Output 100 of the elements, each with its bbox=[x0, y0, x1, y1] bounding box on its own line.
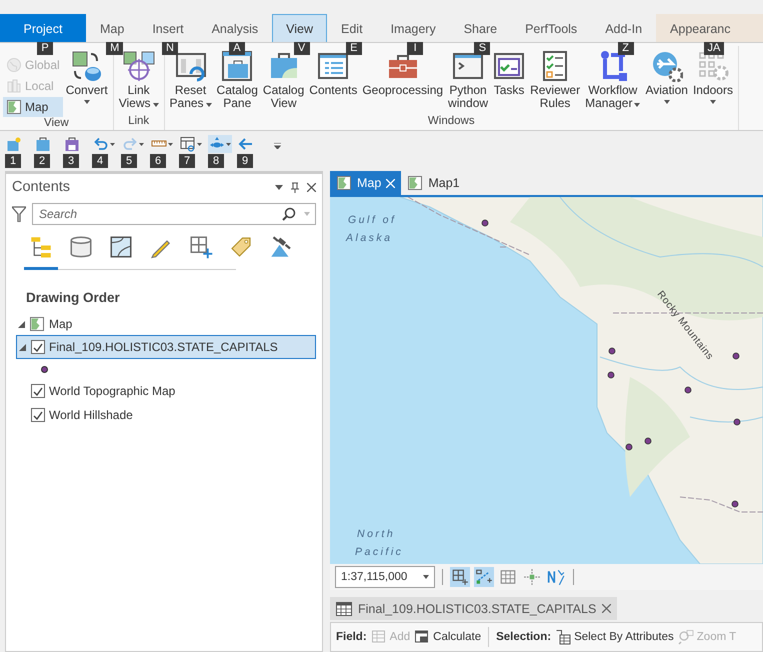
map-tab[interactable]: Map1 bbox=[401, 171, 466, 195]
keytip: 4 bbox=[92, 154, 108, 168]
buildings-icon bbox=[6, 78, 22, 94]
filter-icon[interactable] bbox=[12, 206, 26, 222]
search-icon bbox=[282, 207, 296, 221]
ribbon-tab[interactable]: Add-In bbox=[591, 14, 656, 42]
toolbar-button[interactable] bbox=[179, 135, 203, 153]
keytip: 5 bbox=[121, 154, 137, 168]
point-marker[interactable] bbox=[734, 418, 740, 426]
point-marker[interactable] bbox=[644, 438, 652, 444]
undo-icon bbox=[93, 136, 109, 152]
toolbar-button[interactable] bbox=[92, 135, 116, 153]
toolbar-button[interactable] bbox=[34, 135, 52, 153]
ribbon-tab[interactable]: Edit bbox=[327, 14, 377, 42]
window-layout-icon bbox=[174, 50, 207, 82]
table-tab[interactable]: Final_109.HOLISTIC03.STATE_CAPITALS bbox=[330, 597, 618, 620]
expand-triangle-icon[interactable] bbox=[18, 320, 25, 328]
close-icon[interactable] bbox=[307, 182, 316, 192]
ribbon-tab[interactable]: Map bbox=[86, 14, 138, 42]
guides-icon bbox=[523, 568, 541, 586]
toolbar-button[interactable]: Calculate bbox=[414, 629, 482, 645]
search-field[interactable]: Search bbox=[32, 203, 316, 225]
open-project-icon bbox=[35, 136, 51, 152]
convert-icon bbox=[70, 50, 103, 82]
keytip: Z bbox=[618, 42, 634, 55]
caret-icon[interactable] bbox=[275, 184, 283, 190]
ribbon-tab[interactable]: View bbox=[272, 14, 328, 42]
scale-dropdown[interactable]: 1:37,115,000 bbox=[335, 566, 435, 588]
point-marker[interactable] bbox=[608, 348, 616, 354]
ribbon-tab[interactable]: Imagery bbox=[376, 14, 450, 42]
layer-name: World Topographic Map bbox=[49, 384, 176, 398]
point-symbol-icon bbox=[41, 366, 48, 372]
keytip: V bbox=[294, 42, 310, 55]
point-marker[interactable] bbox=[684, 386, 692, 394]
caret-icon bbox=[152, 103, 159, 107]
point-marker[interactable] bbox=[732, 500, 738, 508]
caret-icon bbox=[168, 142, 173, 146]
grid-plus-icon bbox=[451, 568, 469, 586]
folder-window-icon bbox=[221, 50, 254, 82]
map-sheet-icon bbox=[109, 235, 133, 259]
expand-triangle-icon[interactable] bbox=[18, 344, 26, 350]
map-tool-button[interactable] bbox=[546, 567, 566, 587]
toolbar-label: Field: bbox=[336, 631, 367, 643]
checkmark-icon bbox=[33, 410, 43, 420]
globe-icon bbox=[6, 57, 22, 73]
point-marker[interactable] bbox=[482, 220, 488, 226]
crosshair-icon bbox=[122, 50, 155, 82]
keytip: 1 bbox=[5, 154, 21, 168]
checkbox[interactable] bbox=[31, 384, 45, 398]
table-calculator-icon bbox=[414, 629, 430, 645]
map-icon bbox=[407, 175, 424, 191]
north-arrow-icon bbox=[547, 568, 565, 586]
tree-item[interactable]: Map bbox=[49, 317, 72, 331]
keytip: A bbox=[228, 42, 245, 55]
map-icon bbox=[29, 316, 45, 332]
caret-icon bbox=[423, 575, 429, 579]
keytip: 7 bbox=[179, 154, 195, 168]
keytip: 6 bbox=[150, 154, 166, 168]
checkmark-icon bbox=[33, 386, 43, 396]
ribbon-tab[interactable]: PerfTools bbox=[511, 14, 592, 42]
toolbar-label: Selection: bbox=[496, 631, 552, 643]
map-icon bbox=[6, 99, 22, 115]
overflow-icon[interactable] bbox=[274, 143, 281, 149]
ribbon-tab[interactable]: Insert bbox=[138, 14, 198, 42]
pin-icon[interactable] bbox=[291, 182, 299, 192]
layer-row[interactable]: Final_109.HOLISTIC03.STATE_CAPITALS bbox=[16, 335, 316, 359]
grid-plus-icon bbox=[189, 235, 213, 259]
ribbon-tab[interactable]: Analysis bbox=[198, 14, 272, 42]
map-tab[interactable]: Map bbox=[330, 171, 402, 195]
ribbon-button[interactable]: Map bbox=[3, 97, 63, 117]
toolbar-button[interactable]: Select By Attributes bbox=[555, 629, 674, 645]
checkbox[interactable] bbox=[31, 408, 45, 422]
map-tool-button[interactable] bbox=[474, 567, 494, 587]
close-icon[interactable] bbox=[602, 604, 612, 613]
layer-row[interactable]: World Hillshade bbox=[16, 403, 316, 427]
ribbon-button[interactable]: Reviewer Rules bbox=[528, 46, 582, 115]
back-arrow-icon bbox=[238, 136, 254, 152]
map-tool-button[interactable] bbox=[522, 567, 542, 587]
caret-icon bbox=[197, 142, 202, 146]
caret-icon bbox=[110, 142, 115, 146]
ribbon-tab[interactable]: Project bbox=[0, 14, 86, 42]
caret-icon bbox=[304, 212, 310, 216]
keytip: E bbox=[346, 42, 362, 55]
ribbon-tab[interactable]: Share bbox=[450, 14, 512, 42]
caret-icon bbox=[710, 100, 716, 104]
caret-icon bbox=[226, 142, 231, 146]
point-marker[interactable] bbox=[732, 352, 740, 360]
map-tool-button[interactable] bbox=[450, 567, 470, 587]
point-marker[interactable] bbox=[626, 444, 632, 450]
keytip: 9 bbox=[237, 154, 253, 168]
select-table-icon bbox=[555, 629, 572, 645]
ribbon-button[interactable]: Aviation bbox=[643, 46, 690, 115]
ribbon-button[interactable]: Tasks bbox=[491, 46, 528, 115]
checkbox[interactable] bbox=[31, 340, 45, 354]
toolbar-button[interactable] bbox=[63, 135, 81, 153]
point-marker[interactable] bbox=[608, 372, 614, 378]
table-add-icon bbox=[370, 629, 387, 645]
layer-row[interactable]: World Topographic Map bbox=[16, 379, 316, 403]
keytip: M bbox=[106, 42, 124, 55]
caret-icon bbox=[664, 100, 670, 104]
